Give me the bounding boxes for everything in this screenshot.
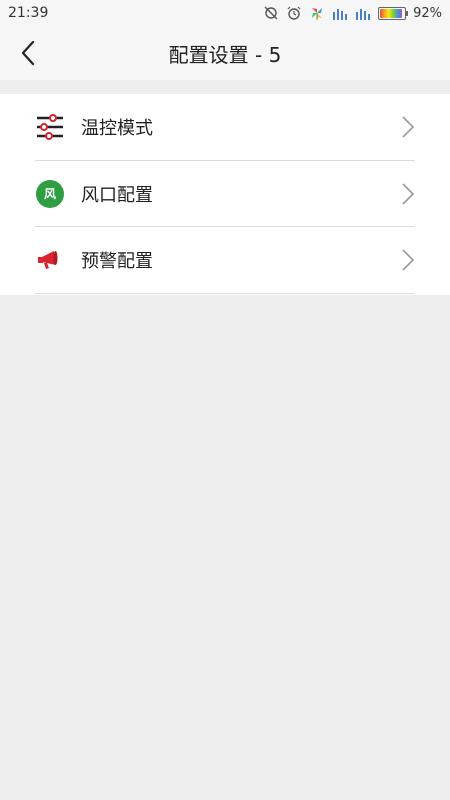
back-button[interactable] [10, 34, 46, 72]
battery-percent: 92% [413, 5, 442, 21]
menu-item-temperature-mode[interactable]: 温控模式 [0, 94, 450, 161]
wind-badge-icon: 风 [35, 179, 65, 209]
signal-icon [333, 9, 348, 20]
menu-item-alert-config[interactable]: 预警配置 [0, 227, 450, 294]
menu-item-label: 预警配置 [81, 251, 153, 273]
menu-item-label: 风口配置 [81, 184, 153, 206]
menu-item-vent-config[interactable]: 风 风口配置 [0, 161, 450, 228]
sync-off-icon [264, 6, 278, 20]
status-time: 21:39 [8, 5, 49, 21]
status-icons: 92% [263, 6, 442, 21]
pinwheel-icon [312, 8, 323, 20]
battery-fill [380, 8, 403, 18]
chevron-left-icon [21, 40, 35, 66]
signal-icon [356, 9, 371, 20]
page-title: 配置设置 - 5 [168, 42, 282, 67]
megaphone-icon [35, 245, 65, 275]
sliders-icon [35, 112, 65, 142]
status-bar: 21:39 92% [0, 0, 450, 26]
battery-icon [378, 6, 409, 20]
chevron-right-icon [402, 183, 415, 205]
menu-item-label: 温控模式 [81, 118, 153, 140]
nav-bar: 配置设置 - 5 [0, 26, 450, 80]
alarm-icon [287, 6, 301, 20]
chevron-right-icon [402, 249, 415, 271]
chevron-right-icon [402, 116, 415, 138]
config-menu-list: 温控模式 风 风口配置 预警配置 [0, 94, 450, 295]
wind-badge: 风 [36, 179, 64, 208]
